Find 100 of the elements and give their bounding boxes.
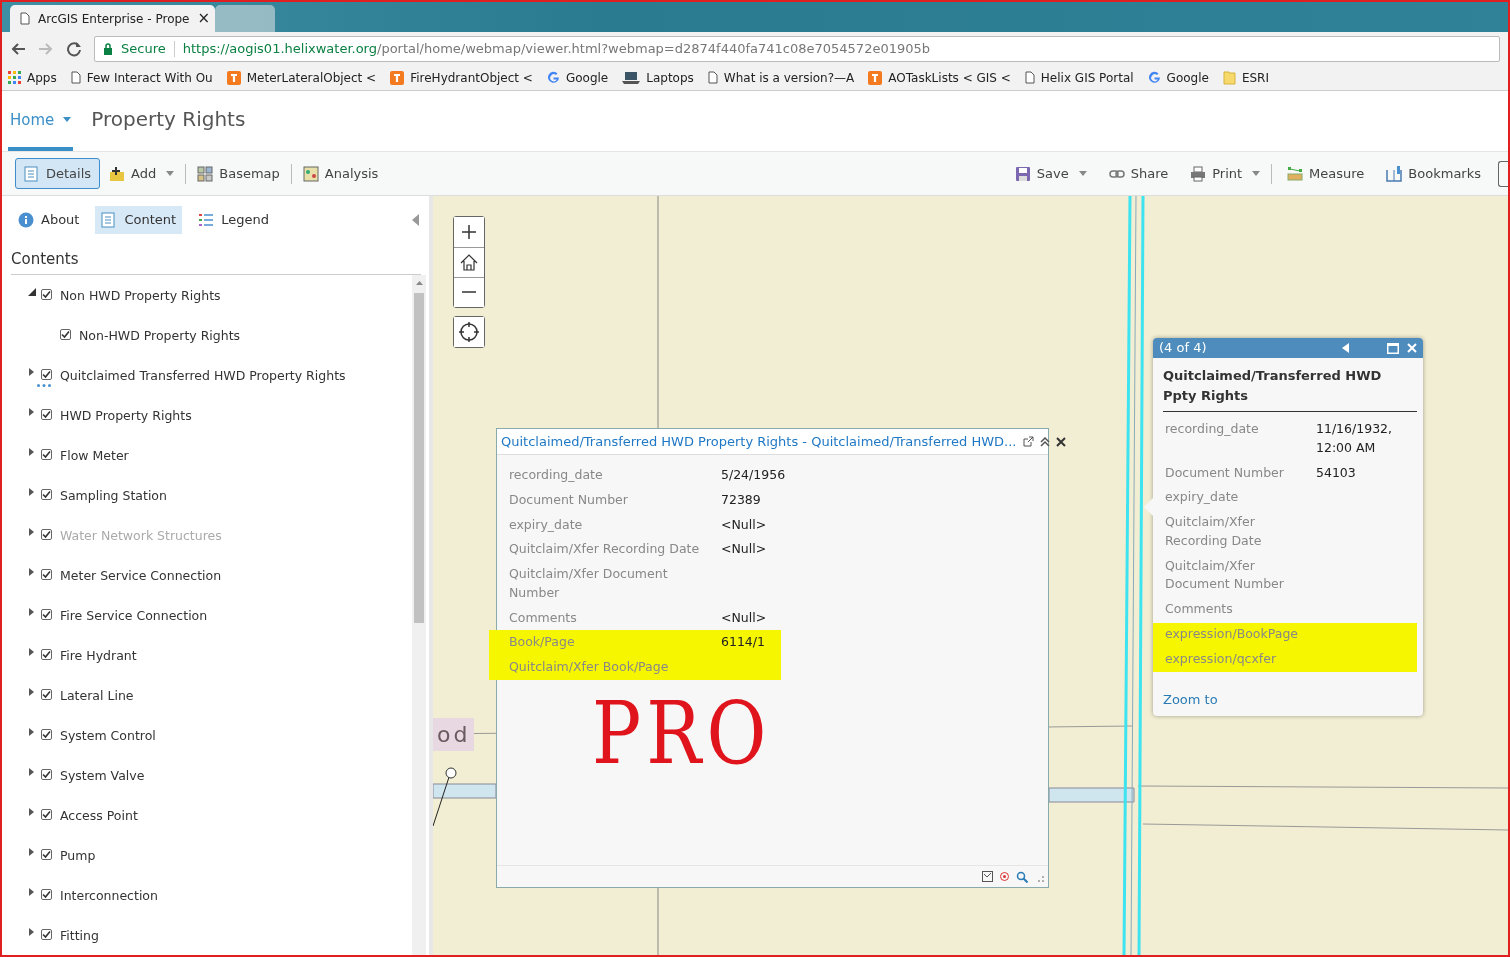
layer-name[interactable]: System Control [60,727,156,746]
layer-name[interactable]: Non-HWD Property Rights [79,327,241,346]
layer-name[interactable]: Access Point [60,807,138,826]
expand-arrow-icon[interactable] [28,647,36,657]
checkbox[interactable] [41,409,52,420]
save-button[interactable]: Save [1005,157,1096,190]
browser-tab[interactable]: ArcGIS Enterprise - Prope × [10,5,215,32]
layer-name[interactable]: Meter Service Connection [60,567,222,586]
checkbox[interactable] [41,929,52,940]
layer-name[interactable]: Non HWD Property Rights [60,287,221,306]
locate-icon[interactable] [459,322,479,342]
measure-button[interactable]: Measure [1278,157,1374,190]
field-value: 54103 [1316,463,1357,482]
external-link-icon[interactable] [1022,436,1034,447]
collapse-icon[interactable] [1039,436,1050,447]
checkbox[interactable] [41,369,52,380]
expand-arrow-icon[interactable] [28,727,36,737]
search-icon[interactable] [1016,870,1028,883]
layer-name[interactable]: Sampling Station [60,487,167,506]
field-label: Quitclaim/Xfer Recording Date [509,540,701,559]
toolbar-button[interactable] [1498,160,1508,187]
content-tab[interactable]: Content [95,206,183,234]
bookmark-link[interactable]: FireHydrantObject < [390,68,533,87]
scroll-up-icon[interactable] [415,281,423,285]
caret-icon[interactable] [1078,171,1087,176]
expand-arrow-icon[interactable] [28,807,36,817]
close-icon[interactable] [1055,436,1066,447]
layer-name[interactable]: Quitclaimed Transferred HWD Property Rights [60,367,346,386]
bookmark-link[interactable]: Google [1147,68,1209,87]
bookmark-link[interactable]: Google [546,68,609,87]
checkbox[interactable] [41,569,52,580]
filter-icon[interactable] [982,871,993,882]
bookmark-link[interactable]: Apps [8,68,57,87]
letter-t-icon [390,70,405,85]
layer-name[interactable]: Pump [60,847,96,866]
checkbox[interactable] [41,609,52,620]
expand-arrow-icon[interactable] [28,687,36,697]
layer-name[interactable]: Interconnection [60,887,158,906]
expand-arrow-icon[interactable] [28,367,36,377]
checkbox[interactable] [41,689,52,700]
checkbox[interactable] [41,889,52,900]
checkbox[interactable] [41,729,52,740]
share-button[interactable]: Share [1099,157,1178,190]
checkbox[interactable] [41,489,52,500]
bookmark-link[interactable]: AOTaskLists < GIS < [868,68,1011,87]
expand-arrow-icon[interactable] [28,887,36,897]
add-button[interactable]: Add [100,157,184,190]
zoom-to-link[interactable]: Zoom to [1163,690,1218,710]
about-icon [18,211,34,228]
expand-arrow-icon[interactable] [28,407,36,417]
caret-icon[interactable] [166,171,175,176]
expand-arrow-icon[interactable] [28,847,36,857]
previous-icon[interactable] [1342,343,1349,353]
checkbox[interactable] [41,289,52,300]
bookmark-link[interactable]: ESRI [1222,68,1269,87]
layer-name[interactable]: System Valve [60,767,145,786]
layer-name[interactable]: Fitting [60,927,99,946]
tab-close-button[interactable]: × [197,7,211,30]
expand-arrow-icon[interactable] [28,767,36,777]
print-button[interactable]: Print [1181,157,1270,190]
home-icon[interactable] [460,254,478,271]
layer-name[interactable]: Flow Meter [60,447,129,466]
legend-tab[interactable]: Legend [192,206,275,234]
expand-arrow-icon[interactable] [28,447,36,457]
checkbox[interactable] [41,809,52,820]
caret-icon[interactable] [1252,171,1261,176]
field-label: Document Number [509,490,629,509]
layer-name[interactable]: HWD Property Rights [60,407,192,426]
checkbox[interactable] [41,649,52,660]
bookmark-link[interactable]: MeterLateralObject < [226,68,377,87]
reload-icon[interactable] [66,40,82,57]
expand-arrow-icon[interactable] [28,567,36,577]
checkbox[interactable] [41,769,52,780]
address-bar[interactable]: Secure https://aogis01.helixwater.org/portal/home/webmap/viewer.html?webmap=d2874f440fa741c08e7054572e01905b [94,35,1500,62]
expand-arrow-icon[interactable] [28,607,36,617]
analysis-button[interactable]: Analysis [293,157,388,190]
layer-name[interactable]: Lateral Line [60,687,134,706]
maximize-icon[interactable] [1387,342,1399,354]
about-tab[interactable]: About [12,206,86,234]
expand-arrow-icon[interactable] [28,927,36,937]
back-icon[interactable] [10,40,26,57]
bookmark-link[interactable]: Helix GIS Portal [1024,68,1134,87]
field-label: expiry_date [509,515,584,534]
zoom-in-icon[interactable] [461,223,477,241]
scrollbar[interactable] [412,275,426,955]
bookmark-link[interactable]: Laptops [622,68,694,87]
layer-name[interactable]: Fire Service Connection [60,607,208,626]
bookmark-link[interactable]: What is a version?—A [707,68,855,87]
checkbox[interactable] [60,329,71,340]
collapse-arrow-icon[interactable] [28,287,36,297]
layer-name[interactable]: Fire Hydrant [60,647,137,666]
checkbox[interactable] [41,449,52,460]
details-button[interactable]: Details [15,157,101,190]
target-icon[interactable] [999,871,1010,882]
checkbox[interactable] [41,849,52,860]
expand-arrow-icon[interactable] [28,487,36,497]
bookmark-link[interactable]: Few Interact With Ou [70,68,213,87]
collapse-panel-icon[interactable] [412,213,419,226]
bookmarks-button[interactable]: Bookmarks [1377,157,1490,190]
basemap-button[interactable]: Basemap [188,157,289,190]
